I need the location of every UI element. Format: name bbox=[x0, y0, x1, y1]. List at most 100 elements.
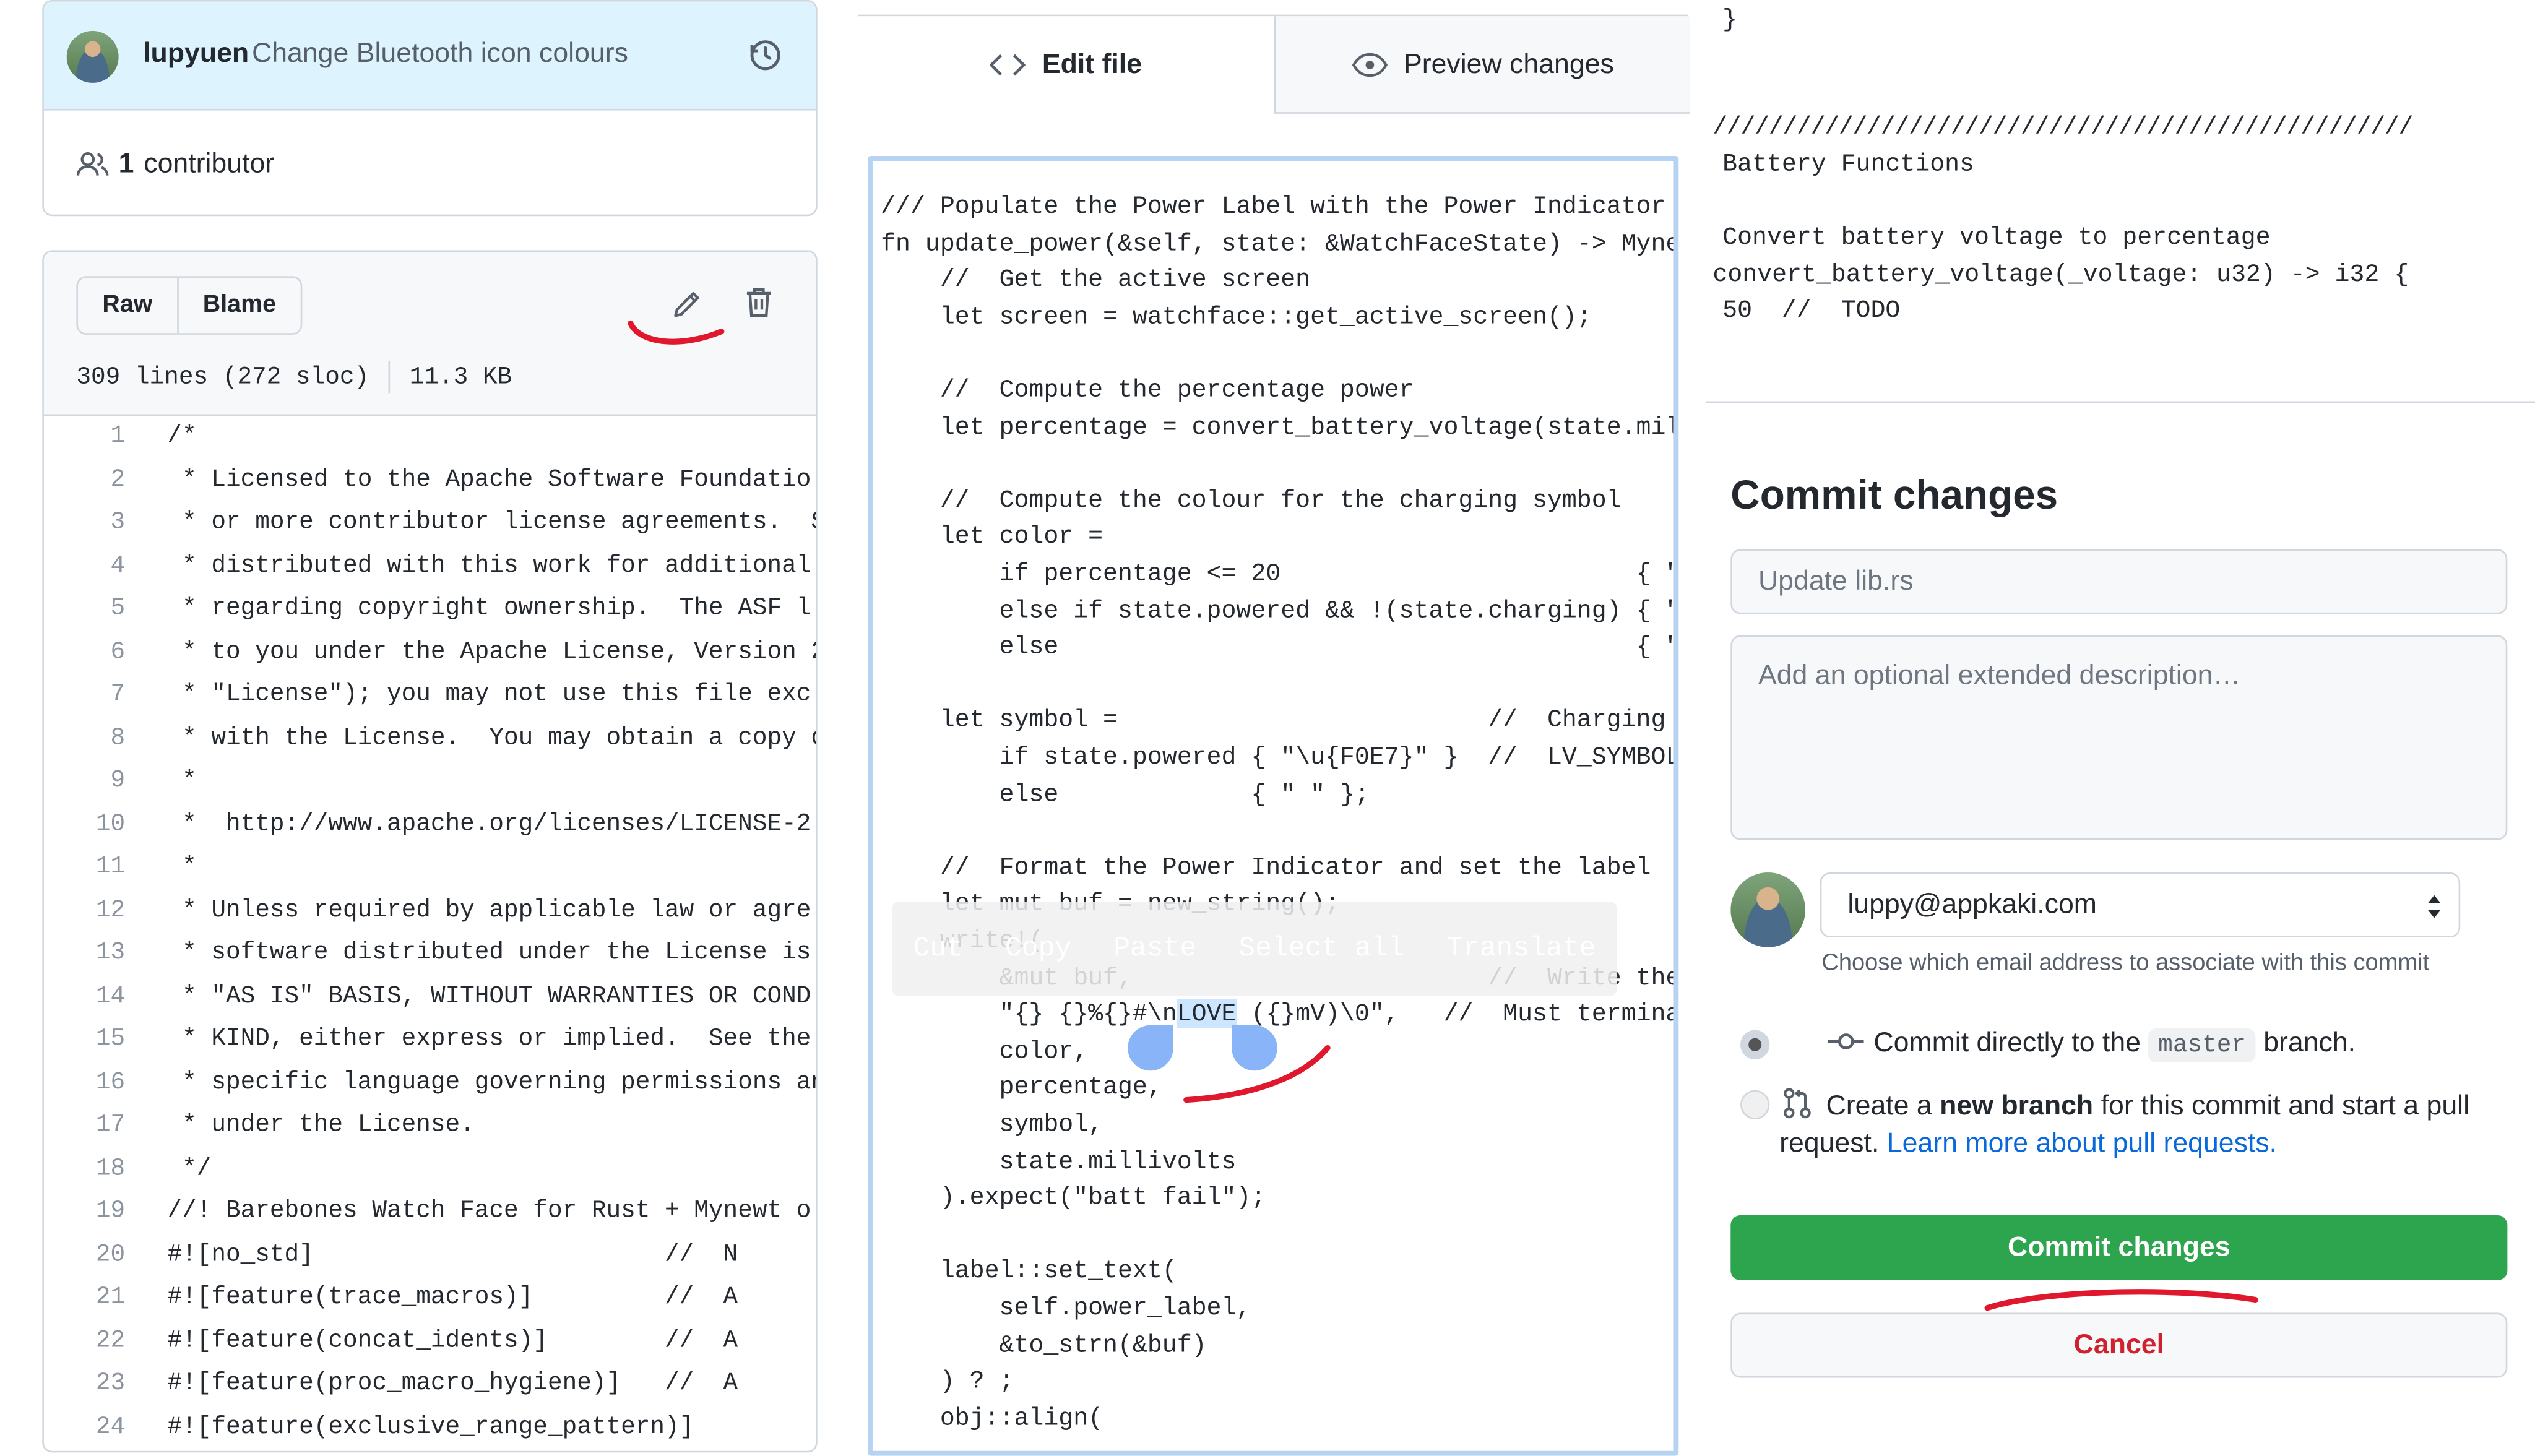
context-menu-item[interactable]: Select all bbox=[1238, 933, 1404, 964]
line-number[interactable]: 13 bbox=[60, 933, 125, 976]
code-editor[interactable]: /// Populate the Power Label with the Po… bbox=[868, 156, 1679, 1456]
email-select[interactable]: luppy@appkaki.com bbox=[1820, 872, 2461, 937]
commit-changes-button[interactable]: Commit changes bbox=[1730, 1215, 2508, 1281]
raw-button[interactable]: Raw bbox=[78, 278, 177, 333]
code-line: 1 /* bbox=[44, 416, 816, 459]
editor-line[interactable]: let screen = watchface::get_active_scree… bbox=[881, 299, 1592, 335]
editor-line[interactable]: &to_strn(&buf) bbox=[881, 1327, 1207, 1363]
tab-preview-changes[interactable]: Preview changes bbox=[1274, 16, 1690, 114]
line-number[interactable]: 24 bbox=[60, 1406, 125, 1449]
line-number[interactable]: 22 bbox=[60, 1320, 125, 1363]
code-text: * "License"); you may not use this file … bbox=[167, 681, 811, 709]
context-menu-item[interactable]: Copy bbox=[1005, 933, 1071, 964]
editor-line[interactable]: label::set_text( bbox=[881, 1253, 1177, 1290]
editor-line[interactable]: obj::align( bbox=[881, 1400, 1103, 1437]
line-number[interactable]: 12 bbox=[60, 890, 125, 933]
selection-handle-left[interactable] bbox=[1128, 1025, 1173, 1071]
commit-author[interactable]: lupyuen bbox=[143, 37, 249, 70]
learn-more-link[interactable]: Learn more about pull requests. bbox=[1887, 1127, 2277, 1158]
editor-line[interactable]: else { "# bbox=[881, 629, 1674, 666]
editor-line[interactable]: state.millivolts bbox=[881, 1143, 1237, 1179]
code-line: 22 #![feature(concat_idents)] // A bbox=[44, 1320, 816, 1363]
code-line: 9 * bbox=[44, 760, 816, 804]
tab-edit-file[interactable]: Edit file bbox=[858, 16, 1274, 114]
editor-line[interactable]: color, bbox=[881, 1033, 1089, 1069]
option-new-branch[interactable]: Create a new branch for this commit and … bbox=[1784, 1085, 2511, 1127]
selected-text[interactable]: LOVE bbox=[1177, 999, 1237, 1029]
line-number[interactable]: 16 bbox=[60, 1062, 125, 1105]
editor-line[interactable]: "{} {}%{}#\nLOVE ({}mV)\0", // Must term… bbox=[881, 996, 1673, 1033]
line-number[interactable]: 7 bbox=[60, 674, 126, 718]
option-new-bold: new branch bbox=[1940, 1090, 2094, 1121]
line-number[interactable]: 6 bbox=[60, 631, 126, 674]
editor-line[interactable]: percentage, bbox=[881, 1070, 1162, 1106]
trash-icon[interactable] bbox=[741, 284, 777, 320]
commit-message[interactable]: Change Bluetooth icon colours bbox=[252, 37, 628, 70]
code-text: * software distributed under the License… bbox=[167, 939, 811, 967]
editor-line[interactable]: // Get the active screen bbox=[881, 262, 1310, 298]
editor-line[interactable]: else if state.powered && !(state.chargin… bbox=[881, 592, 1674, 629]
contributors-row[interactable]: 1 contributor bbox=[76, 148, 274, 181]
preview-line: Convert battery voltage to percentage bbox=[1722, 222, 2271, 252]
editor-line[interactable]: self.power_label, bbox=[881, 1290, 1251, 1327]
editor-line[interactable]: let color = bbox=[881, 519, 1103, 556]
line-number[interactable]: 15 bbox=[60, 1019, 125, 1062]
editor-line[interactable]: // Compute the colour for the charging s… bbox=[881, 482, 1622, 519]
line-number[interactable]: 19 bbox=[60, 1191, 125, 1234]
editor-line[interactable]: if percentage <= 20 { "# bbox=[881, 556, 1674, 592]
line-number[interactable]: 5 bbox=[60, 588, 126, 631]
email-help-text: Choose which email address to associate … bbox=[1821, 950, 2430, 977]
code-line: 17 * under the License. bbox=[44, 1105, 816, 1148]
context-menu-item[interactable]: Paste bbox=[1113, 933, 1196, 964]
line-number[interactable]: 21 bbox=[60, 1277, 125, 1320]
code-text: * KIND, either express or implied. See t… bbox=[167, 1025, 811, 1053]
line-number[interactable]: 2 bbox=[60, 459, 126, 502]
editor-line[interactable]: /// Populate the Power Label with the Po… bbox=[881, 189, 1665, 225]
editor-line[interactable]: // Format the Power Indicator and set th… bbox=[881, 850, 1651, 886]
line-number[interactable]: 23 bbox=[60, 1363, 125, 1406]
code-text: * Unless required by applicable law or a… bbox=[167, 896, 811, 924]
line-number[interactable]: 10 bbox=[60, 803, 125, 846]
line-number[interactable]: 1 bbox=[60, 416, 126, 459]
commit-description-input[interactable]: Add an optional extended description… bbox=[1730, 635, 2508, 840]
code-text: * distributed with this work for additio… bbox=[167, 551, 811, 580]
preview-line: } bbox=[1722, 4, 1738, 35]
commit-summary-input[interactable]: Update lib.rs bbox=[1730, 549, 2508, 614]
line-number[interactable]: 14 bbox=[60, 976, 125, 1019]
option-commit-direct[interactable]: Commit directly to the master branch. bbox=[1828, 1027, 2356, 1063]
branch-chip: master bbox=[2148, 1028, 2256, 1063]
annotation-underline-commit bbox=[1984, 1289, 2258, 1311]
line-number[interactable]: 4 bbox=[60, 545, 126, 588]
line-number[interactable]: 3 bbox=[60, 502, 126, 545]
line-number[interactable]: 9 bbox=[60, 760, 126, 804]
pencil-icon[interactable] bbox=[670, 286, 706, 322]
editor-line[interactable]: symbol, bbox=[881, 1106, 1103, 1143]
line-number[interactable]: 11 bbox=[60, 846, 125, 890]
editor-line[interactable]: ).expect("batt fail"); bbox=[881, 1180, 1266, 1217]
contributor-count: 1 bbox=[118, 147, 134, 179]
line-number[interactable]: 17 bbox=[60, 1105, 125, 1148]
history-icon[interactable] bbox=[748, 37, 784, 73]
blame-button[interactable]: Blame bbox=[176, 277, 301, 334]
line-number[interactable]: 18 bbox=[60, 1148, 125, 1191]
context-menu-item[interactable]: Translate bbox=[1446, 933, 1596, 964]
option-direct-text: Commit directly to the bbox=[1873, 1027, 2141, 1058]
option-new-suffix: for this commit and start a pull bbox=[2101, 1090, 2470, 1121]
editor-line[interactable]: else { " " }; bbox=[881, 776, 1370, 812]
line-number[interactable]: 8 bbox=[60, 717, 126, 760]
context-menu-item[interactable]: Cut bbox=[913, 933, 963, 964]
editor-line[interactable]: let symbol = // Charging s bbox=[881, 702, 1673, 739]
avatar[interactable] bbox=[66, 30, 119, 83]
option-direct-suffix: branch. bbox=[2263, 1027, 2356, 1058]
editor-line[interactable]: ) ? ; bbox=[881, 1363, 1014, 1400]
editor-line[interactable]: let percentage = convert_battery_voltage… bbox=[881, 409, 1674, 446]
editor-line[interactable]: if state.powered { "\u{F0E7}" } // LV_SY… bbox=[881, 739, 1674, 776]
code-text: #![feature(proc_macro_hygiene)] // A bbox=[167, 1369, 738, 1398]
editor-line[interactable]: // Compute the percentage power bbox=[881, 372, 1414, 408]
radio-new-branch[interactable] bbox=[1740, 1090, 1770, 1120]
line-number[interactable]: 20 bbox=[60, 1234, 125, 1277]
radio-commit-direct[interactable] bbox=[1740, 1030, 1770, 1059]
cancel-button[interactable]: Cancel bbox=[1730, 1312, 2508, 1378]
editor-line[interactable]: fn update_power(&self, state: &WatchFace… bbox=[881, 225, 1673, 262]
code-icon bbox=[990, 54, 1026, 76]
